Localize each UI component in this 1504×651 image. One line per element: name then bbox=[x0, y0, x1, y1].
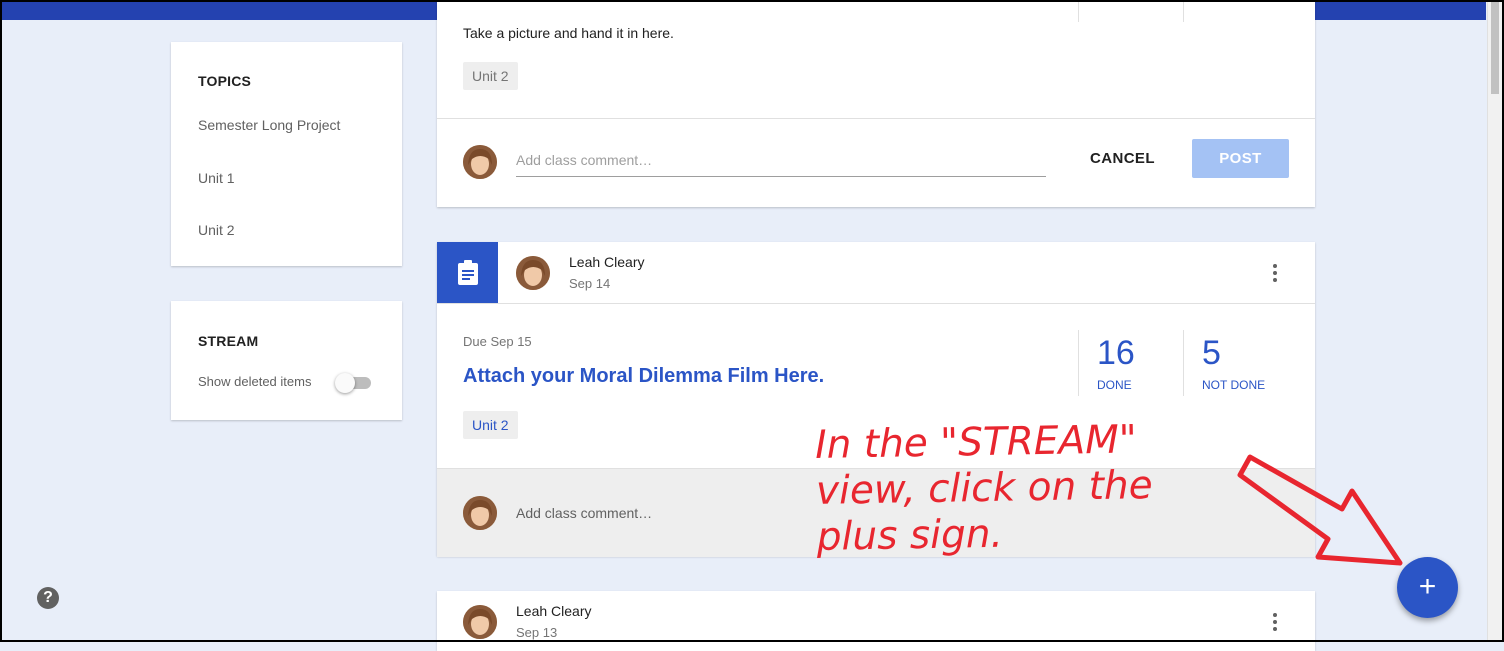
plus-icon: + bbox=[1418, 570, 1437, 603]
user-avatar bbox=[463, 145, 497, 179]
post-card-3: Leah Cleary Sep 13 bbox=[437, 591, 1315, 651]
annotation-line-2: view, click on the bbox=[815, 463, 1153, 514]
topics-card: TOPICS Semester Long Project Unit 1 Unit… bbox=[171, 42, 402, 266]
post-1-divider bbox=[437, 118, 1315, 119]
post-2-topic-chip[interactable]: Unit 2 bbox=[463, 411, 518, 439]
post-2-comment-input[interactable]: Add class comment… bbox=[516, 505, 652, 521]
annotation-arrow-icon bbox=[1237, 454, 1403, 566]
post-2-author: Leah Cleary bbox=[569, 254, 645, 270]
stat-divider-2 bbox=[1183, 330, 1184, 396]
not-done-count[interactable]: 5 bbox=[1202, 334, 1221, 373]
done-count[interactable]: 16 bbox=[1097, 334, 1135, 373]
post-1-top-divider-a bbox=[1078, 0, 1079, 22]
user-avatar bbox=[463, 496, 497, 530]
post-1-topic-chip[interactable]: Unit 2 bbox=[463, 62, 518, 90]
stream-card: STREAM Show deleted items bbox=[171, 301, 402, 420]
author-avatar bbox=[463, 605, 497, 639]
topic-item-unit-1[interactable]: Unit 1 bbox=[198, 170, 235, 186]
annotation-line-3: plus sign. bbox=[816, 511, 1004, 560]
scrollbar-thumb[interactable] bbox=[1491, 2, 1499, 94]
toggle-knob bbox=[335, 373, 355, 393]
post-button[interactable]: POST bbox=[1192, 139, 1289, 178]
assignment-type-badge bbox=[437, 242, 498, 303]
post-3-date: Sep 13 bbox=[516, 625, 558, 640]
add-fab-button[interactable]: + bbox=[1397, 557, 1458, 618]
post-button-label: POST bbox=[1219, 150, 1262, 167]
page-scrollbar[interactable] bbox=[1487, 2, 1502, 640]
topics-heading: TOPICS bbox=[198, 73, 252, 89]
stat-divider-1 bbox=[1078, 330, 1079, 396]
show-deleted-toggle[interactable] bbox=[335, 373, 375, 393]
tutorial-annotation: In the "STREAM" view, click on the plus … bbox=[815, 417, 1154, 561]
annotation-line-1: In the "STREAM" bbox=[814, 417, 1138, 468]
post-1-comment-input[interactable]: Add class comment… bbox=[516, 152, 1046, 177]
post-2-more-icon[interactable] bbox=[1273, 264, 1277, 285]
stream-heading: STREAM bbox=[198, 333, 259, 349]
assignment-icon bbox=[458, 260, 478, 285]
topic-item-unit-2[interactable]: Unit 2 bbox=[198, 222, 235, 238]
post-2-header-divider bbox=[437, 303, 1315, 304]
post-card-1: Take a picture and hand it in here. Unit… bbox=[437, 0, 1315, 207]
post-1-top-divider-b bbox=[1183, 0, 1184, 22]
post-1-instruction: Take a picture and hand it in here. bbox=[463, 25, 674, 41]
show-deleted-label: Show deleted items bbox=[198, 374, 312, 389]
help-icon[interactable]: ? bbox=[37, 587, 59, 609]
not-done-label: NOT DONE bbox=[1202, 378, 1266, 392]
post-3-author: Leah Cleary bbox=[516, 603, 592, 619]
author-avatar bbox=[516, 256, 550, 290]
topic-item-semester-long-project[interactable]: Semester Long Project bbox=[198, 117, 340, 133]
post-2-due-date: Due Sep 15 bbox=[463, 334, 532, 349]
done-label: DONE bbox=[1097, 378, 1132, 392]
post-3-more-icon[interactable] bbox=[1273, 613, 1277, 634]
post-2-title[interactable]: Attach your Moral Dilemma Film Here. bbox=[463, 365, 824, 388]
cancel-button[interactable]: CANCEL bbox=[1090, 150, 1155, 167]
post-2-date: Sep 14 bbox=[569, 276, 611, 291]
